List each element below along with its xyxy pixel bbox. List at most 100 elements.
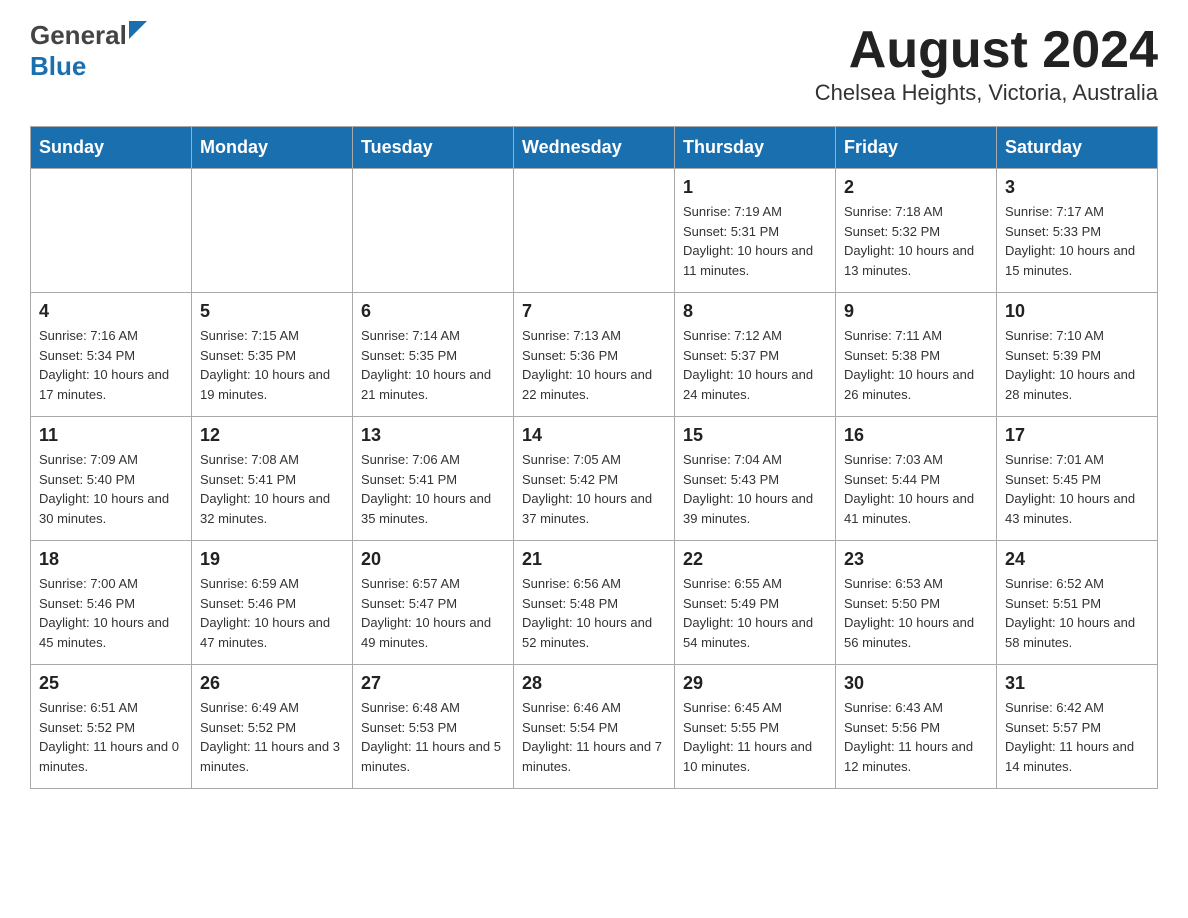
day-number: 6 xyxy=(361,301,505,322)
day-info: Sunrise: 6:53 AM Sunset: 5:50 PM Dayligh… xyxy=(844,574,988,652)
calendar-header-wednesday: Wednesday xyxy=(514,127,675,169)
calendar-table: SundayMondayTuesdayWednesdayThursdayFrid… xyxy=(30,126,1158,789)
calendar-cell: 4 Sunrise: 7:16 AM Sunset: 5:34 PM Daylig… xyxy=(31,293,192,417)
day-info: Sunrise: 7:04 AM Sunset: 5:43 PM Dayligh… xyxy=(683,450,827,528)
day-number: 22 xyxy=(683,549,827,570)
calendar-cell: 8 Sunrise: 7:12 AM Sunset: 5:37 PM Daylig… xyxy=(675,293,836,417)
calendar-cell: 24 Sunrise: 6:52 AM Sunset: 5:51 PM Dayli… xyxy=(997,541,1158,665)
calendar-header-thursday: Thursday xyxy=(675,127,836,169)
calendar-cell: 6 Sunrise: 7:14 AM Sunset: 5:35 PM Daylig… xyxy=(353,293,514,417)
calendar-cell: 17 Sunrise: 7:01 AM Sunset: 5:45 PM Dayli… xyxy=(997,417,1158,541)
calendar-week-row: 4 Sunrise: 7:16 AM Sunset: 5:34 PM Daylig… xyxy=(31,293,1158,417)
calendar-cell: 21 Sunrise: 6:56 AM Sunset: 5:48 PM Dayli… xyxy=(514,541,675,665)
day-info: Sunrise: 6:51 AM Sunset: 5:52 PM Dayligh… xyxy=(39,698,183,776)
day-info: Sunrise: 7:12 AM Sunset: 5:37 PM Dayligh… xyxy=(683,326,827,404)
logo: General Blue xyxy=(30,20,147,82)
calendar-header-friday: Friday xyxy=(836,127,997,169)
day-number: 20 xyxy=(361,549,505,570)
day-number: 23 xyxy=(844,549,988,570)
calendar-header-monday: Monday xyxy=(192,127,353,169)
day-info: Sunrise: 6:55 AM Sunset: 5:49 PM Dayligh… xyxy=(683,574,827,652)
calendar-cell: 13 Sunrise: 7:06 AM Sunset: 5:41 PM Dayli… xyxy=(353,417,514,541)
day-number: 12 xyxy=(200,425,344,446)
day-info: Sunrise: 6:56 AM Sunset: 5:48 PM Dayligh… xyxy=(522,574,666,652)
calendar-cell: 2 Sunrise: 7:18 AM Sunset: 5:32 PM Daylig… xyxy=(836,169,997,293)
day-number: 19 xyxy=(200,549,344,570)
calendar-cell: 30Sunrise: 6:43 AM Sunset: 5:56 PM Dayli… xyxy=(836,665,997,789)
day-number: 31 xyxy=(1005,673,1149,694)
calendar-cell: 22 Sunrise: 6:55 AM Sunset: 5:49 PM Dayli… xyxy=(675,541,836,665)
day-number: 28 xyxy=(522,673,666,694)
day-number: 5 xyxy=(200,301,344,322)
day-info: Sunrise: 6:48 AM Sunset: 5:53 PM Dayligh… xyxy=(361,698,505,776)
day-info: Sunrise: 7:11 AM Sunset: 5:38 PM Dayligh… xyxy=(844,326,988,404)
day-info: Sunrise: 6:59 AM Sunset: 5:46 PM Dayligh… xyxy=(200,574,344,652)
logo-general: General xyxy=(30,20,127,51)
calendar-header-row: SundayMondayTuesdayWednesdayThursdayFrid… xyxy=(31,127,1158,169)
day-info: Sunrise: 7:17 AM Sunset: 5:33 PM Dayligh… xyxy=(1005,202,1149,280)
calendar-cell: 28 Sunrise: 6:46 AM Sunset: 5:54 PM Dayli… xyxy=(514,665,675,789)
day-info: Sunrise: 6:52 AM Sunset: 5:51 PM Dayligh… xyxy=(1005,574,1149,652)
day-number: 9 xyxy=(844,301,988,322)
day-number: 4 xyxy=(39,301,183,322)
page-subtitle: Chelsea Heights, Victoria, Australia xyxy=(815,80,1158,106)
calendar-cell: 12 Sunrise: 7:08 AM Sunset: 5:41 PM Dayli… xyxy=(192,417,353,541)
calendar-week-row: 11 Sunrise: 7:09 AM Sunset: 5:40 PM Dayli… xyxy=(31,417,1158,541)
calendar-cell: 14Sunrise: 7:05 AM Sunset: 5:42 PM Dayli… xyxy=(514,417,675,541)
calendar-header-sunday: Sunday xyxy=(31,127,192,169)
page-header: General Blue August 2024 Chelsea Heights… xyxy=(30,20,1158,106)
day-number: 1 xyxy=(683,177,827,198)
day-number: 13 xyxy=(361,425,505,446)
day-info: Sunrise: 6:42 AM Sunset: 5:57 PM Dayligh… xyxy=(1005,698,1149,776)
logo-arrow-icon xyxy=(129,21,147,44)
calendar-cell: 18Sunrise: 7:00 AM Sunset: 5:46 PM Dayli… xyxy=(31,541,192,665)
calendar-cell: 31 Sunrise: 6:42 AM Sunset: 5:57 PM Dayli… xyxy=(997,665,1158,789)
calendar-week-row: 25 Sunrise: 6:51 AM Sunset: 5:52 PM Dayli… xyxy=(31,665,1158,789)
day-number: 24 xyxy=(1005,549,1149,570)
title-block: August 2024 Chelsea Heights, Victoria, A… xyxy=(815,20,1158,106)
calendar-cell: 29Sunrise: 6:45 AM Sunset: 5:55 PM Dayli… xyxy=(675,665,836,789)
day-info: Sunrise: 7:10 AM Sunset: 5:39 PM Dayligh… xyxy=(1005,326,1149,404)
day-number: 7 xyxy=(522,301,666,322)
day-number: 26 xyxy=(200,673,344,694)
day-info: Sunrise: 7:08 AM Sunset: 5:41 PM Dayligh… xyxy=(200,450,344,528)
day-number: 17 xyxy=(1005,425,1149,446)
day-info: Sunrise: 6:46 AM Sunset: 5:54 PM Dayligh… xyxy=(522,698,666,776)
calendar-header-tuesday: Tuesday xyxy=(353,127,514,169)
day-info: Sunrise: 6:49 AM Sunset: 5:52 PM Dayligh… xyxy=(200,698,344,776)
day-info: Sunrise: 7:18 AM Sunset: 5:32 PM Dayligh… xyxy=(844,202,988,280)
calendar-cell: 10Sunrise: 7:10 AM Sunset: 5:39 PM Dayli… xyxy=(997,293,1158,417)
calendar-cell: 7Sunrise: 7:13 AM Sunset: 5:36 PM Daylig… xyxy=(514,293,675,417)
day-info: Sunrise: 7:05 AM Sunset: 5:42 PM Dayligh… xyxy=(522,450,666,528)
day-number: 25 xyxy=(39,673,183,694)
day-number: 21 xyxy=(522,549,666,570)
day-info: Sunrise: 7:03 AM Sunset: 5:44 PM Dayligh… xyxy=(844,450,988,528)
calendar-header-saturday: Saturday xyxy=(997,127,1158,169)
day-info: Sunrise: 7:09 AM Sunset: 5:40 PM Dayligh… xyxy=(39,450,183,528)
calendar-cell: 20Sunrise: 6:57 AM Sunset: 5:47 PM Dayli… xyxy=(353,541,514,665)
day-info: Sunrise: 6:45 AM Sunset: 5:55 PM Dayligh… xyxy=(683,698,827,776)
day-info: Sunrise: 7:14 AM Sunset: 5:35 PM Dayligh… xyxy=(361,326,505,404)
calendar-cell: 5Sunrise: 7:15 AM Sunset: 5:35 PM Daylig… xyxy=(192,293,353,417)
calendar-cell: 11 Sunrise: 7:09 AM Sunset: 5:40 PM Dayli… xyxy=(31,417,192,541)
calendar-cell xyxy=(353,169,514,293)
day-info: Sunrise: 7:01 AM Sunset: 5:45 PM Dayligh… xyxy=(1005,450,1149,528)
day-number: 11 xyxy=(39,425,183,446)
calendar-cell: 1Sunrise: 7:19 AM Sunset: 5:31 PM Daylig… xyxy=(675,169,836,293)
calendar-cell: 23 Sunrise: 6:53 AM Sunset: 5:50 PM Dayli… xyxy=(836,541,997,665)
calendar-cell xyxy=(192,169,353,293)
day-number: 2 xyxy=(844,177,988,198)
day-number: 27 xyxy=(361,673,505,694)
calendar-cell xyxy=(514,169,675,293)
day-number: 16 xyxy=(844,425,988,446)
day-number: 8 xyxy=(683,301,827,322)
calendar-cell xyxy=(31,169,192,293)
day-number: 18 xyxy=(39,549,183,570)
day-info: Sunrise: 7:16 AM Sunset: 5:34 PM Dayligh… xyxy=(39,326,183,404)
calendar-cell: 27 Sunrise: 6:48 AM Sunset: 5:53 PM Dayli… xyxy=(353,665,514,789)
day-info: Sunrise: 7:06 AM Sunset: 5:41 PM Dayligh… xyxy=(361,450,505,528)
page-title: August 2024 xyxy=(815,20,1158,80)
calendar-cell: 26 Sunrise: 6:49 AM Sunset: 5:52 PM Dayli… xyxy=(192,665,353,789)
calendar-cell: 3Sunrise: 7:17 AM Sunset: 5:33 PM Daylig… xyxy=(997,169,1158,293)
calendar-week-row: 1Sunrise: 7:19 AM Sunset: 5:31 PM Daylig… xyxy=(31,169,1158,293)
